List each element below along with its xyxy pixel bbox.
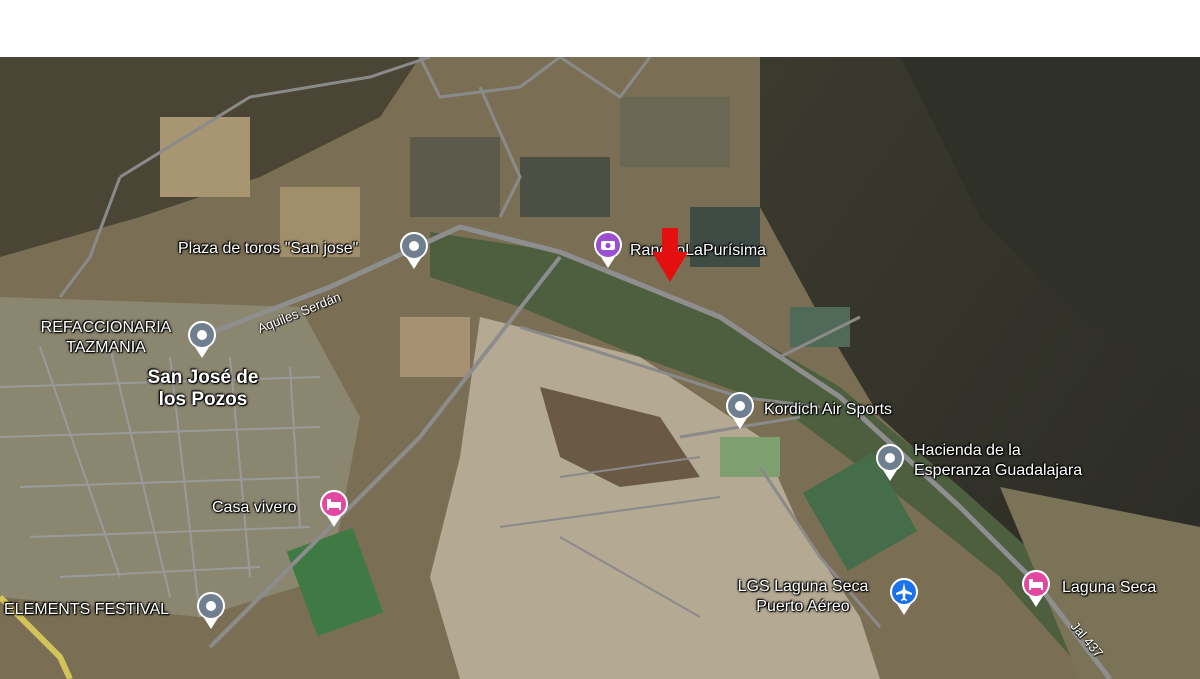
label-laguna-seca: Laguna Seca xyxy=(1062,579,1157,596)
label-lgs-laguna-seca-puerto-aereo: LGS Laguna Seca Puerto Aéreo xyxy=(737,578,869,615)
satellite-map[interactable]: Aquiles Serdán Jal 437 Plaza de toros "S… xyxy=(0,57,1200,679)
label-san-jose-de-los-pozos: San José de los Pozos xyxy=(147,367,259,410)
label-elements-festival: ELEMENTS FESTIVAL xyxy=(4,601,170,618)
map-pin-icon[interactable] xyxy=(186,319,218,359)
label-refaccionaria-tazmania: REFACCIONARIA TAZMANIA xyxy=(40,319,172,356)
bed-icon[interactable] xyxy=(318,488,350,528)
map-pin-icon[interactable] xyxy=(398,230,430,270)
bed-icon[interactable] xyxy=(1020,568,1052,608)
red-arrow-icon xyxy=(652,228,688,282)
map-pin-icon[interactable] xyxy=(724,390,756,430)
label-casa-vivero: Casa vivero xyxy=(212,499,297,516)
airplane-icon[interactable] xyxy=(888,576,920,616)
map-pin-icon[interactable] xyxy=(195,590,227,630)
label-hacienda-esperanza: Hacienda de la Esperanza Guadalajara xyxy=(914,442,1083,479)
label-rancho-la-purisima: RanchoLaPurísima xyxy=(630,242,767,259)
camera-icon[interactable] xyxy=(592,229,624,269)
label-kordich-air-sports: Kordich Air Sports xyxy=(764,401,893,418)
map-pin-icon[interactable] xyxy=(874,442,906,482)
label-plaza-de-toros: Plaza de toros "San jose" xyxy=(178,240,359,257)
